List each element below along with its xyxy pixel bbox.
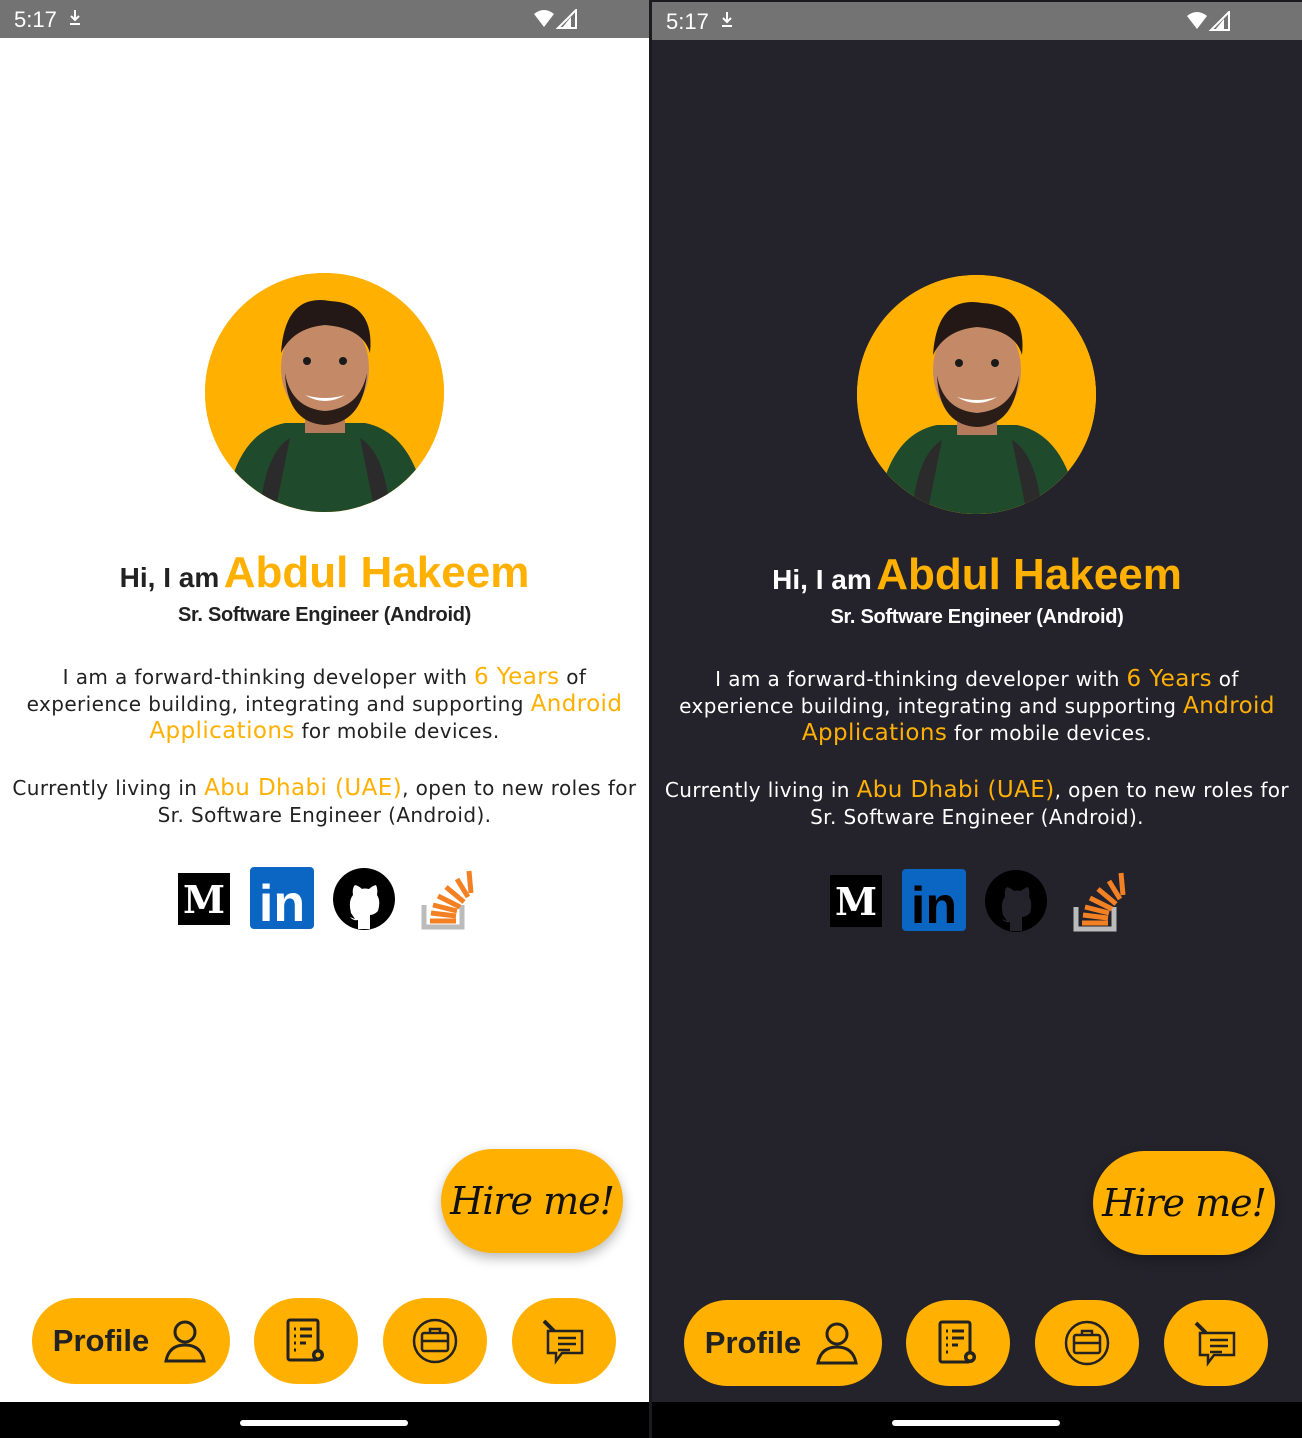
location-city: Abu Dhabi (UAE) <box>856 777 1055 803</box>
nav-contact[interactable] <box>512 1298 616 1384</box>
dark-theme-screen: 5:17 Hi, I am Abdul Hakeem Sr. Software … <box>652 2 1302 1438</box>
greeting-prefix: Hi, I am <box>772 564 872 595</box>
stackoverflow-link[interactable] <box>1066 867 1132 933</box>
avatar <box>205 273 444 512</box>
home-indicator[interactable] <box>892 1420 1060 1426</box>
nav-work[interactable] <box>1035 1300 1139 1386</box>
status-time: 5:17 <box>666 9 709 34</box>
resume-settings-icon <box>938 1320 976 1364</box>
github-link[interactable] <box>983 867 1049 933</box>
stackoverflow-icon <box>1073 872 1126 932</box>
user-icon <box>816 1322 859 1365</box>
medium-link[interactable]: M <box>824 867 890 933</box>
briefcase-icon <box>1064 1320 1110 1366</box>
gesture-bar <box>652 1402 1302 1438</box>
bio-part3: for mobile devices. <box>301 719 500 743</box>
wifi-signal-icon <box>1187 11 1230 31</box>
briefcase-icon <box>412 1318 458 1364</box>
bio-part3: for mobile devices. <box>953 721 1153 745</box>
avatar <box>857 275 1096 514</box>
nav-profile[interactable]: Profile <box>32 1298 230 1384</box>
github-icon <box>985 870 1047 932</box>
nav-skills[interactable] <box>254 1298 358 1384</box>
location-part1: Currently living in <box>12 776 198 800</box>
hire-me-button[interactable]: Hire me! <box>1093 1151 1275 1255</box>
bio-years: 6 Years <box>474 664 560 690</box>
download-icon <box>70 10 80 25</box>
nav-profile-label: Profile <box>704 1325 802 1360</box>
bottom-navigation: Profile <box>652 1300 1302 1386</box>
svg-text:in: in <box>911 877 957 933</box>
nav-profile-label: Profile <box>52 1323 150 1358</box>
location-text: Currently living in Abu Dhabi (UAE), ope… <box>10 775 639 829</box>
status-time: 5:17 <box>14 7 57 32</box>
linkedin-icon: in <box>250 867 314 933</box>
status-bar: 5:17 <box>0 0 649 38</box>
medium-icon: M <box>178 873 230 925</box>
github-icon <box>333 868 395 930</box>
chat-edit-icon <box>542 1319 584 1365</box>
location-city: Abu Dhabi (UAE) <box>204 775 403 801</box>
location-part1: Currently living in <box>664 778 850 802</box>
linkedin-icon: in <box>902 869 966 935</box>
linkedin-link[interactable]: in <box>902 867 968 935</box>
status-bar: 5:17 <box>652 2 1302 40</box>
resume-settings-icon <box>286 1318 324 1362</box>
greeting-heading: Hi, I am Abdul Hakeem <box>0 548 649 598</box>
light-theme-screen: 5:17 Hi, I am Abdul Hakeem Sr. Software … <box>0 0 649 1438</box>
wifi-signal-icon <box>534 9 577 29</box>
location-text: Currently living in Abu Dhabi (UAE), ope… <box>662 777 1292 831</box>
stackoverflow-link[interactable] <box>414 865 480 931</box>
bio-years: 6 Years <box>1126 666 1212 692</box>
social-links: M in <box>0 865 649 933</box>
job-title: Sr. Software Engineer (Android) <box>178 604 471 626</box>
user-icon <box>164 1320 207 1363</box>
profile-name: Abdul Hakeem <box>876 550 1182 599</box>
chat-edit-icon <box>1194 1321 1236 1367</box>
nav-skills[interactable] <box>906 1300 1010 1386</box>
download-icon <box>722 12 732 27</box>
bio-text: I am a forward-thinking developer with 6… <box>662 666 1292 747</box>
svg-text:M: M <box>183 877 225 922</box>
greeting-prefix: Hi, I am <box>119 562 220 593</box>
social-links: M in <box>652 867 1302 935</box>
bio-part1: I am a forward-thinking developer with <box>62 665 468 689</box>
home-indicator[interactable] <box>240 1420 408 1426</box>
medium-icon: M <box>830 875 882 927</box>
job-title: Sr. Software Engineer (Android) <box>830 606 1124 628</box>
bottom-navigation: Profile <box>0 1298 649 1384</box>
nav-work[interactable] <box>383 1298 487 1384</box>
profile-name: Abdul Hakeem <box>223 548 530 597</box>
medium-link[interactable]: M <box>172 865 238 931</box>
stackoverflow-icon <box>421 870 474 930</box>
github-link[interactable] <box>331 865 397 931</box>
nav-contact[interactable] <box>1164 1300 1268 1386</box>
greeting-heading: Hi, I am Abdul Hakeem <box>652 550 1302 600</box>
gesture-bar <box>0 1402 649 1438</box>
bio-part1: I am a forward-thinking developer with <box>715 667 1120 691</box>
nav-profile[interactable]: Profile <box>684 1300 882 1386</box>
bio-text: I am a forward-thinking developer with 6… <box>10 664 639 745</box>
hire-me-button[interactable]: Hire me! <box>441 1149 623 1253</box>
svg-text:in: in <box>259 875 305 931</box>
linkedin-link[interactable]: in <box>250 865 316 933</box>
svg-text:M: M <box>835 879 877 924</box>
